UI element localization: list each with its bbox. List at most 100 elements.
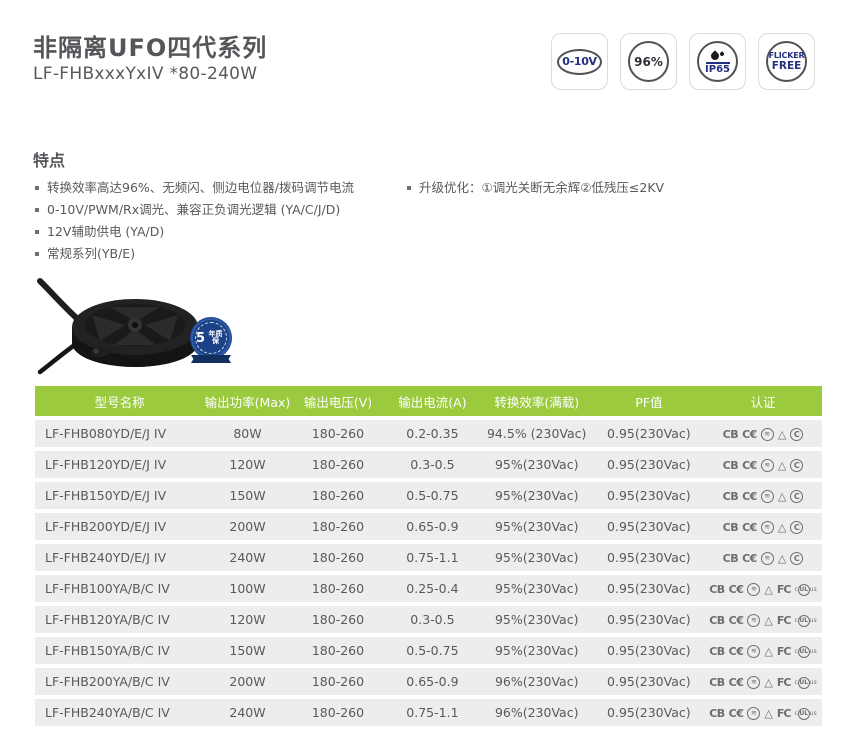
feature-text: 常规系列(YB/E) xyxy=(47,246,135,262)
cell-voltage: 180-260 xyxy=(291,668,385,695)
ribbon xyxy=(191,355,231,363)
cell-certifications: CBC€≋△FCcULus xyxy=(704,699,822,726)
feature-text: 12V辅助供电 (YA/D) xyxy=(47,224,164,240)
rcm-cert-icon: △ xyxy=(764,677,772,688)
water-drop-icon xyxy=(711,49,724,60)
cert-icon-group: CBC€≋△FCcULus xyxy=(709,676,817,689)
emc-cert-icon: ≋ xyxy=(747,583,760,596)
cell-pf: 0.95(230Vac) xyxy=(594,699,704,726)
ce-cert-icon: C€ xyxy=(729,583,744,596)
rcm-cert-icon: △ xyxy=(778,553,786,564)
cell-voltage: 180-260 xyxy=(291,637,385,664)
bullet-icon xyxy=(407,186,411,190)
ccc-cert-icon: C xyxy=(790,521,803,534)
ce-cert-icon: C€ xyxy=(729,707,744,720)
cell-model: LF-FHB120YA/B/C IV xyxy=(35,606,204,633)
cert-icon-group: CBC€≋△C xyxy=(723,552,804,565)
cell-pf: 0.95(230Vac) xyxy=(594,451,704,478)
feature-text: 0-10V/PWM/Rx调光、兼容正负调光逻辑 (YA/C/J/D) xyxy=(47,202,340,218)
cell-model: LF-FHB080YD/E/J IV xyxy=(35,420,204,447)
cell-efficiency: 95%(230Vac) xyxy=(480,575,594,602)
cell-voltage: 180-260 xyxy=(291,575,385,602)
feature-item: 升级优化：①调光关断无余辉②低残压≤2KV xyxy=(407,180,825,196)
table-row: LF-FHB120YA/B/C IV120W180-2600.3-0.595%(… xyxy=(35,606,822,633)
flicker-free-icon: FLICKER FREE xyxy=(766,41,807,82)
cell-current: 0.65-0.9 xyxy=(385,668,479,695)
rcm-cert-icon: △ xyxy=(764,584,772,595)
emc-cert-icon: ≋ xyxy=(761,552,774,565)
cell-efficiency: 95%(230Vac) xyxy=(480,451,594,478)
feature-item: 转换效率高达96%、无频闪、侧边电位器/拨码调节电流 xyxy=(35,180,407,196)
cb-cert-icon: CB xyxy=(723,459,738,472)
cell-model: LF-FHB240YD/E/J IV xyxy=(35,544,204,571)
cell-model: LF-FHB150YA/B/C IV xyxy=(35,637,204,664)
cb-cert-icon: CB xyxy=(709,676,724,689)
ce-cert-icon: C€ xyxy=(729,645,744,658)
cert-icon-group: CBC€≋△FCcULus xyxy=(709,707,817,720)
cb-cert-icon: CB xyxy=(723,428,738,441)
cell-power: 200W xyxy=(204,668,291,695)
ccc-cert-icon: C xyxy=(790,428,803,441)
ce-cert-icon: C€ xyxy=(729,614,744,627)
ul-mark-part: UL xyxy=(798,708,810,720)
fcc-cert-icon: FC xyxy=(777,707,791,720)
cb-cert-icon: CB xyxy=(723,521,738,534)
cell-certifications: CBC€≋△C xyxy=(704,420,822,447)
rcm-cert-icon: △ xyxy=(778,522,786,533)
ce-cert-icon: C€ xyxy=(729,676,744,689)
cell-efficiency: 95%(230Vac) xyxy=(480,513,594,540)
ul-us-part: us xyxy=(810,587,817,593)
cell-power: 200W xyxy=(204,513,291,540)
ul-us-part: us xyxy=(810,618,817,624)
cb-cert-icon: CB xyxy=(709,614,724,627)
ce-cert-icon: C€ xyxy=(742,521,757,534)
cell-certifications: CBC€≋△C xyxy=(704,482,822,509)
fcc-cert-icon: FC xyxy=(777,583,791,596)
cell-pf: 0.95(230Vac) xyxy=(594,606,704,633)
cell-model: LF-FHB150YD/E/J IV xyxy=(35,482,204,509)
ce-cert-icon: C€ xyxy=(742,490,757,503)
cell-pf: 0.95(230Vac) xyxy=(594,637,704,664)
table-row: LF-FHB200YA/B/C IV200W180-2600.65-0.996%… xyxy=(35,668,822,695)
table-row: LF-FHB150YA/B/C IV150W180-2600.5-0.7595%… xyxy=(35,637,822,664)
feature-item: 常规系列(YB/E) xyxy=(35,246,407,262)
cul-us-cert-icon: cULus xyxy=(794,677,816,689)
ccc-cert-icon: C xyxy=(790,459,803,472)
cell-model: LF-FHB240YA/B/C IV xyxy=(35,699,204,726)
column-header: PF值 xyxy=(594,386,704,416)
cb-cert-icon: CB xyxy=(709,707,724,720)
cell-efficiency: 95%(230Vac) xyxy=(480,544,594,571)
cell-certifications: CBC€≋△FCcULus xyxy=(704,575,822,602)
cell-voltage: 180-260 xyxy=(291,482,385,509)
cul-us-cert-icon: cULus xyxy=(794,584,816,596)
ce-cert-icon: C€ xyxy=(742,552,757,565)
table-row: LF-FHB150YD/E/J IV150W180-2600.5-0.7595%… xyxy=(35,482,822,509)
rcm-cert-icon: △ xyxy=(764,646,772,657)
cell-efficiency: 96%(230Vac) xyxy=(480,699,594,726)
cell-voltage: 180-260 xyxy=(291,451,385,478)
cell-certifications: CBC€≋△C xyxy=(704,451,822,478)
features-section: 转换效率高达96%、无频闪、侧边电位器/拨码调节电流 0-10V/PWM/Rx调光… xyxy=(35,180,825,268)
feature-item: 12V辅助供电 (YA/D) xyxy=(35,224,407,240)
cb-cert-icon: CB xyxy=(723,490,738,503)
feature-item: 0-10V/PWM/Rx调光、兼容正负调光逻辑 (YA/C/J/D) xyxy=(35,202,407,218)
cell-pf: 0.95(230Vac) xyxy=(594,668,704,695)
ce-cert-icon: C€ xyxy=(742,428,757,441)
ip65-icon: IP65 xyxy=(697,41,738,82)
fcc-cert-icon: FC xyxy=(777,614,791,627)
ul-us-part: us xyxy=(810,649,817,655)
page-title: 非隔离UFO四代系列 xyxy=(33,28,267,63)
ul-us-part: us xyxy=(810,711,817,717)
badge-96-percent: 96% xyxy=(620,33,677,90)
cell-certifications: CBC€≋△C xyxy=(704,544,822,571)
cert-icon-group: CBC€≋△FCcULus xyxy=(709,583,817,596)
cell-pf: 0.95(230Vac) xyxy=(594,544,704,571)
cell-power: 120W xyxy=(204,451,291,478)
cell-power: 150W xyxy=(204,482,291,509)
dimming-0-10v-icon: 0-10V xyxy=(557,49,602,75)
emc-cert-icon: ≋ xyxy=(747,707,760,720)
cell-certifications: CBC€≋△FCcULus xyxy=(704,668,822,695)
cell-voltage: 180-260 xyxy=(291,699,385,726)
ce-cert-icon: C€ xyxy=(742,459,757,472)
cell-efficiency: 96%(230Vac) xyxy=(480,668,594,695)
